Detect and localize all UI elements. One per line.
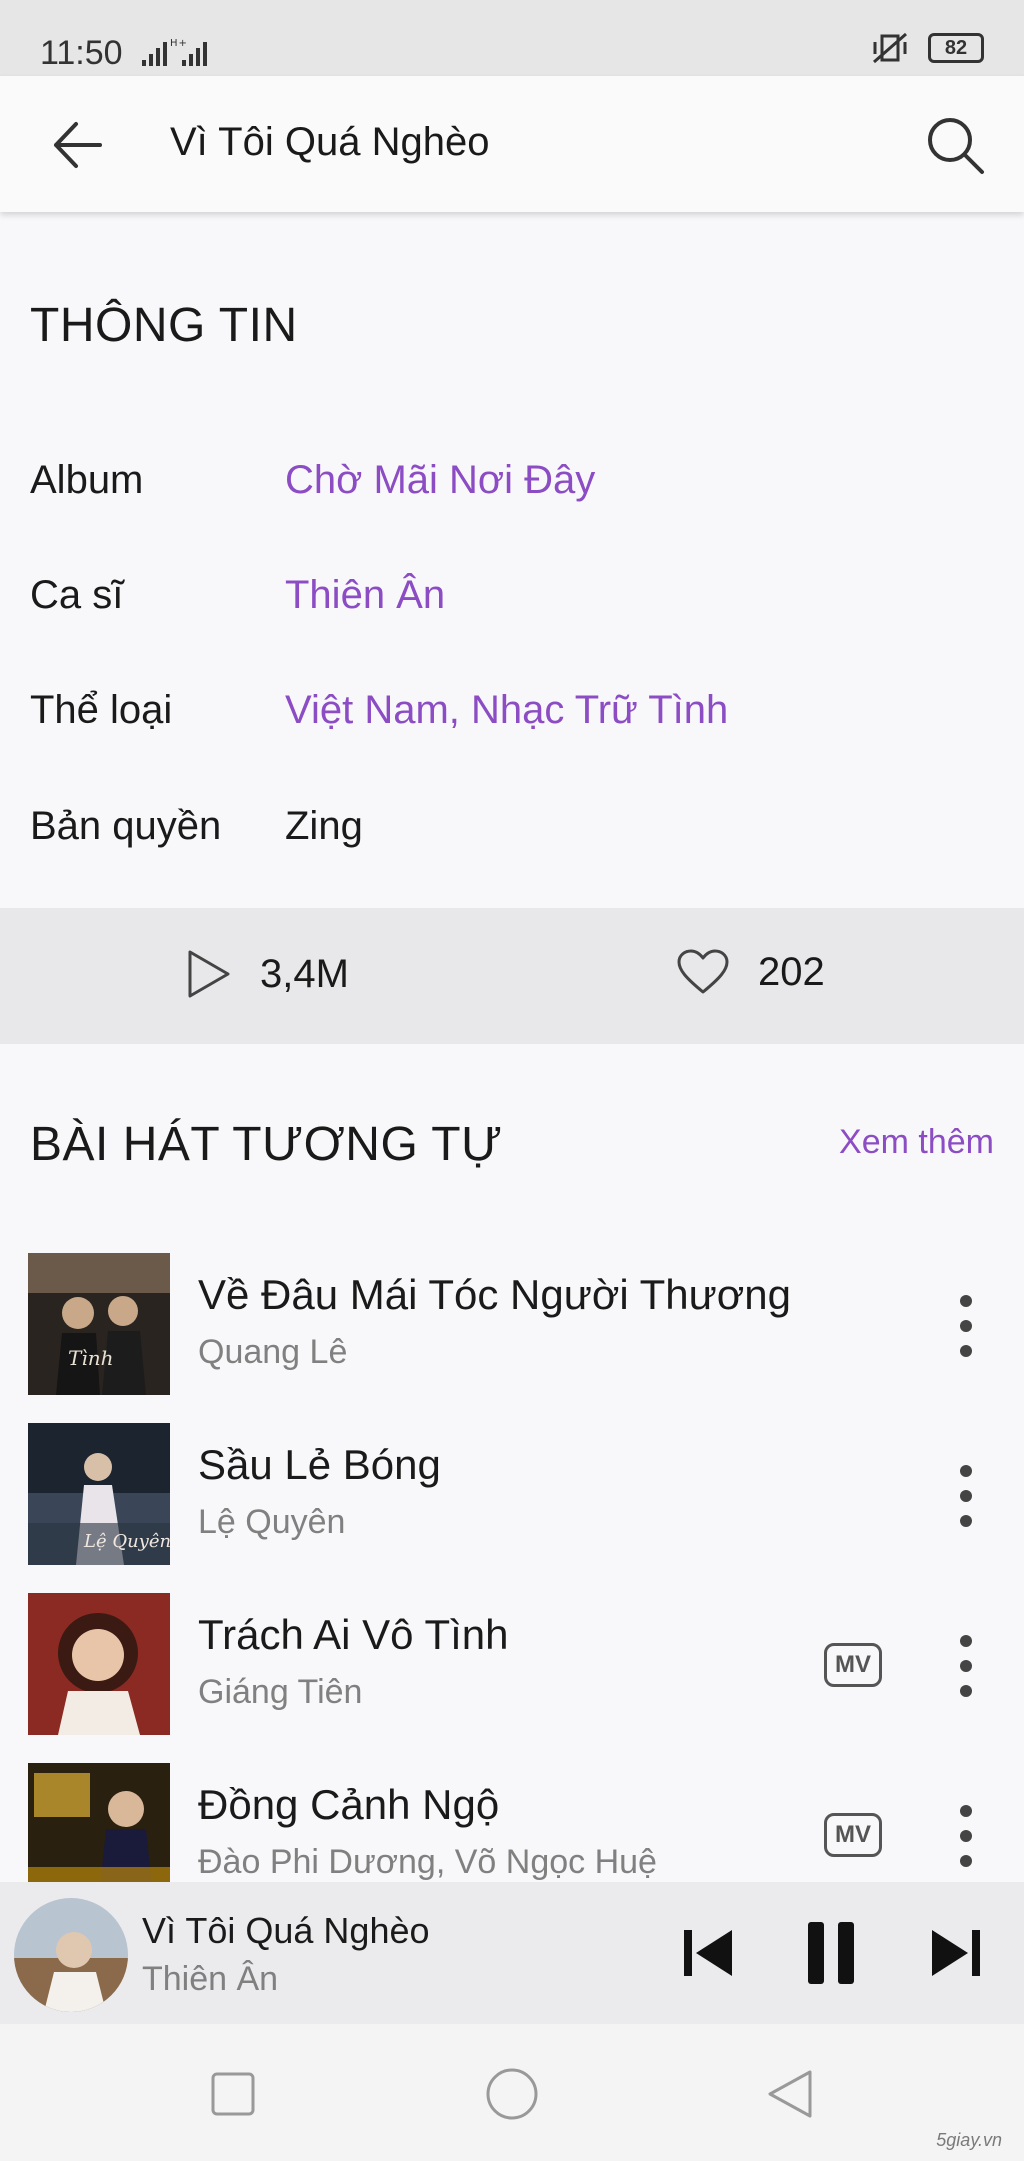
more-vertical-icon[interactable] bbox=[946, 1631, 986, 1701]
now-playing-art bbox=[14, 1898, 128, 2012]
song-title: Về Đâu Mái Tóc Người Thương bbox=[198, 1271, 792, 1318]
status-time: 11:50 bbox=[40, 34, 123, 72]
copyright-value: Zing bbox=[285, 804, 363, 848]
album-art: Tình bbox=[28, 1253, 170, 1395]
svg-text:Lệ Quyên: Lệ Quyên bbox=[83, 1531, 170, 1552]
album-art: Lệ Quyên bbox=[28, 1423, 170, 1565]
info-label-genre: Thể loại bbox=[30, 688, 173, 732]
list-item[interactable]: Đồng Cảnh Ngộ Đào Phi Dương, Võ Ngọc Huệ… bbox=[0, 1763, 1024, 1882]
info-label-copyright: Bản quyền bbox=[30, 804, 222, 848]
pause-icon[interactable] bbox=[794, 1916, 868, 1990]
back-nav-icon[interactable] bbox=[760, 2064, 820, 2124]
stats-bar: 3,4M 202 bbox=[0, 908, 1024, 1044]
info-label-album: Album bbox=[30, 458, 144, 502]
song-title: Sầu Lẻ Bóng bbox=[198, 1441, 441, 1488]
more-vertical-icon[interactable] bbox=[946, 1461, 986, 1531]
list-item[interactable]: Tình Về Đâu Mái Tóc Người Thương Quang L… bbox=[0, 1253, 1024, 1423]
more-vertical-icon[interactable] bbox=[946, 1291, 986, 1361]
mv-badge[interactable]: MV bbox=[824, 1643, 882, 1687]
song-artist: Giáng Tiên bbox=[198, 1673, 363, 1711]
search-icon[interactable] bbox=[920, 110, 990, 180]
home-icon[interactable] bbox=[482, 2064, 542, 2124]
more-vertical-icon[interactable] bbox=[946, 1801, 986, 1871]
now-playing-title: Vì Tôi Quá Nghèo bbox=[142, 1910, 430, 1951]
recent-apps-icon[interactable] bbox=[203, 2064, 263, 2124]
play-count-value: 3,4M bbox=[260, 951, 349, 996]
song-artist: Quang Lê bbox=[198, 1333, 348, 1371]
play-count: 3,4M bbox=[186, 948, 349, 1000]
status-bar: 11:50 H+ 82 bbox=[0, 0, 1024, 76]
like-count[interactable]: 202 bbox=[676, 948, 825, 996]
album-link[interactable]: Chờ Mãi Nơi Đây bbox=[285, 458, 595, 503]
back-arrow-icon[interactable] bbox=[44, 110, 114, 180]
similar-heading: BÀI HÁT TƯƠNG TỰ bbox=[30, 1118, 503, 1171]
mini-player[interactable]: Vì Tôi Quá Nghèo Thiên Ân bbox=[0, 1882, 1024, 2024]
artist-link[interactable]: Thiên Ân bbox=[285, 573, 445, 618]
system-nav-bar bbox=[0, 2024, 1024, 2161]
mv-badge[interactable]: MV bbox=[824, 1813, 882, 1857]
song-title: Trách Ai Vô Tình bbox=[198, 1611, 509, 1658]
app-bar: Vì Tôi Quá Nghèo bbox=[0, 76, 1024, 212]
svg-text:Tình: Tình bbox=[68, 1346, 114, 1370]
genre-link[interactable]: Việt Nam, Nhạc Trữ Tình bbox=[285, 688, 728, 733]
page-title: Vì Tôi Quá Nghèo bbox=[170, 120, 490, 164]
song-artist: Đào Phi Dương, Võ Ngọc Huệ bbox=[198, 1843, 657, 1881]
now-playing-artist: Thiên Ân bbox=[142, 1960, 279, 1998]
heart-outline-icon[interactable] bbox=[676, 948, 730, 996]
play-outline-icon bbox=[188, 950, 230, 998]
song-artist: Lệ Quyên bbox=[198, 1503, 346, 1541]
list-item[interactable]: Trách Ai Vô Tình Giáng Tiên MV bbox=[0, 1593, 1024, 1763]
svg-text:H+: H+ bbox=[170, 38, 188, 49]
signal-icon: H+ bbox=[142, 38, 207, 66]
album-art bbox=[28, 1593, 170, 1735]
battery-indicator: 82 bbox=[928, 33, 984, 63]
like-count-value: 202 bbox=[758, 949, 825, 994]
skip-next-icon[interactable] bbox=[920, 1916, 994, 1990]
song-title: Đồng Cảnh Ngộ bbox=[198, 1781, 500, 1828]
album-art bbox=[28, 1763, 170, 1882]
info-label-artist: Ca sĩ bbox=[30, 573, 124, 617]
watermark: 5giay.vn bbox=[936, 2130, 1002, 2150]
vibrate-icon bbox=[873, 32, 907, 64]
info-heading: THÔNG TIN bbox=[30, 299, 298, 352]
list-item[interactable]: Lệ Quyên Sầu Lẻ Bóng Lệ Quyên bbox=[0, 1423, 1024, 1593]
skip-previous-icon[interactable] bbox=[670, 1916, 744, 1990]
see-more-link[interactable]: Xem thêm bbox=[839, 1123, 994, 1162]
